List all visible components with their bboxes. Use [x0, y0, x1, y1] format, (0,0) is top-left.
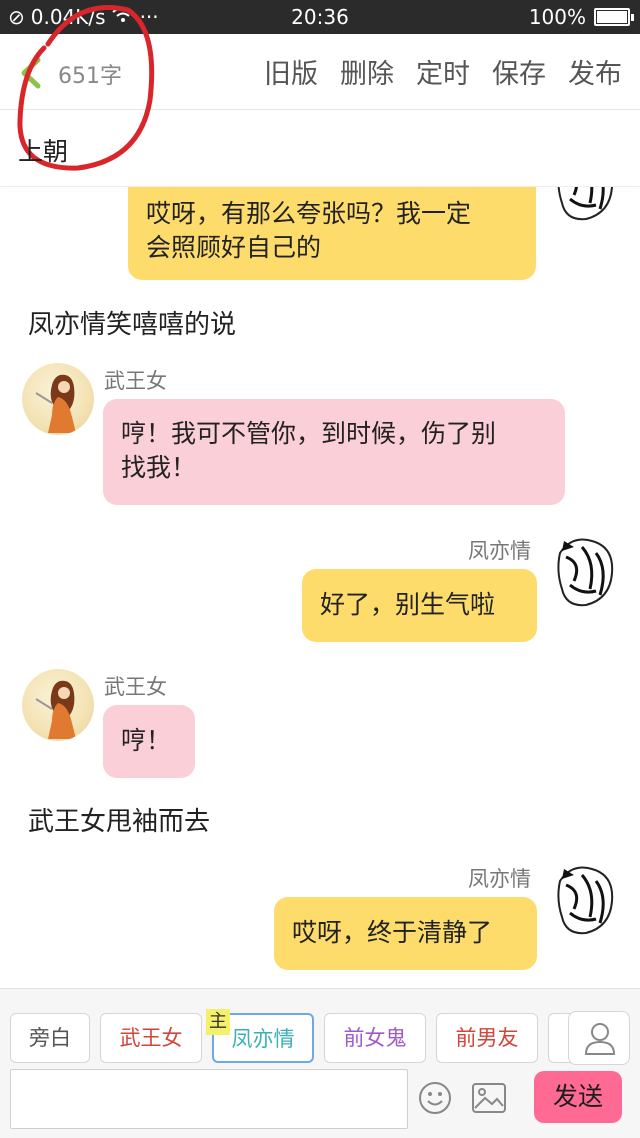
image-button[interactable] — [472, 1083, 506, 1113]
message-line: 好了，别生气啦 — [320, 590, 496, 619]
avatar-wuwangnv[interactable] — [22, 669, 94, 741]
person-icon — [584, 1023, 616, 1055]
message-bubble[interactable]: 哼！ — [103, 705, 195, 778]
word-count: 651字 — [58, 64, 122, 89]
narration-text[interactable]: 凤亦情笑嘻嘻的说 — [28, 304, 236, 341]
avatar-wuwangnv[interactable] — [22, 363, 94, 435]
message-bubble[interactable]: 哼！我可不管你，到时候，伤了别 找我！ — [103, 399, 565, 505]
add-role-button[interactable] — [568, 1011, 630, 1065]
back-button[interactable] — [14, 56, 48, 90]
battery-icon — [594, 8, 634, 26]
message-line: 哼！我可不管你，到时候，伤了别 — [121, 419, 497, 448]
chapter-title[interactable]: 上朝 — [18, 132, 68, 168]
speaker-name: 凤亦情 — [468, 539, 531, 563]
chevron-left-icon — [21, 57, 41, 89]
battery-percent: 100% — [528, 5, 586, 29]
role-tab-qiannanyou[interactable]: 前男友 — [436, 1013, 538, 1063]
speaker-name: 凤亦情 — [468, 867, 531, 891]
save-button[interactable]: 保存 — [492, 52, 546, 91]
role-tab-wuwangnv[interactable]: 武王女 — [100, 1013, 202, 1063]
speaker-name: 武王女 — [104, 369, 167, 393]
message-bubble[interactable]: 哎呀，终于清静了 — [274, 897, 537, 970]
status-bar: ⊘ 0.04K/s ··· 20:36 100% — [0, 0, 640, 34]
battery-fill — [597, 11, 627, 23]
message-bubble[interactable]: 好了，别生气啦 — [302, 569, 537, 642]
main-role-badge: 主 — [206, 1009, 230, 1035]
role-tab-narrator[interactable]: 旁白 — [10, 1013, 90, 1063]
message-line: 哼！ — [121, 726, 172, 755]
status-right: 100% — [528, 5, 634, 29]
picture-icon — [472, 1083, 506, 1113]
avatar-fengyiqing[interactable] — [552, 861, 620, 937]
role-tab-qiannvgui[interactable]: 前女鬼 — [324, 1013, 426, 1063]
smiley-icon — [419, 1082, 451, 1114]
old-version-button[interactable]: 旧版 — [264, 52, 318, 91]
send-button[interactable]: 发送 — [534, 1071, 622, 1123]
emoji-button[interactable] — [418, 1081, 452, 1115]
editor-toolbar: 651字 旧版 删除 定时 保存 发布 — [0, 34, 640, 110]
toolbar-actions: 旧版 删除 定时 保存 发布 — [264, 52, 622, 91]
publish-button[interactable]: 发布 — [568, 52, 622, 91]
message-line: 会照顾好自己的 — [146, 233, 322, 262]
message-line: 哎呀，有那么夸张吗？我一定 — [146, 199, 472, 228]
avatar-fengyiqing[interactable] — [552, 187, 620, 223]
avatar-fengyiqing[interactable] — [552, 533, 620, 609]
compose-panel: 旁白 武王女 凤亦情 主 前女鬼 前男友 发送 — [0, 988, 640, 1138]
message-bubble[interactable]: 哎呀，有那么夸张吗？我一定 会照顾好自己的 — [128, 187, 536, 280]
delete-button[interactable]: 删除 — [340, 52, 394, 91]
message-input[interactable] — [10, 1069, 408, 1129]
message-line: 找我！ — [121, 453, 197, 482]
chat-area[interactable]: 哎呀，有那么夸张吗？我一定 会照顾好自己的 凤亦情笑嘻嘻的说 武王女 哼！我可不… — [0, 187, 640, 987]
message-line: 哎呀，终于清静了 — [292, 918, 493, 947]
narration-text[interactable]: 武王女甩袖而去 — [28, 801, 210, 838]
schedule-button[interactable]: 定时 — [416, 52, 470, 91]
speaker-name: 武王女 — [104, 675, 167, 699]
